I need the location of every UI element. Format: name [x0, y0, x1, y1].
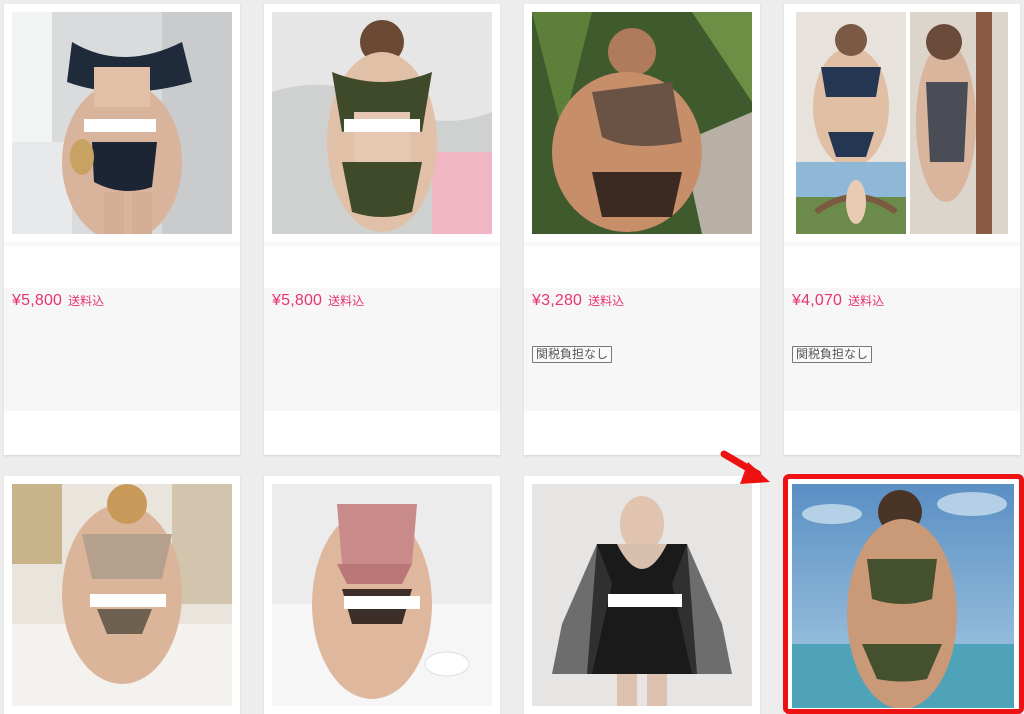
highlight-box — [783, 474, 1024, 714]
duty-free-badge: 関税負担なし — [532, 346, 613, 363]
duty-free-badge: 関税負担なし — [792, 346, 873, 363]
price-line: ¥5,800 送料込 — [272, 292, 364, 310]
price: ¥5,800 — [12, 292, 63, 309]
censor-bar — [344, 119, 420, 132]
card-footer — [784, 411, 1020, 455]
product-card-2[interactable]: ¥5,800 送料込 — [264, 4, 500, 455]
shipping-label: 送料込 — [588, 294, 625, 308]
product-image[interactable] — [796, 12, 1008, 234]
product-card-5[interactable] — [4, 476, 240, 714]
price: ¥5,800 — [272, 292, 323, 309]
product-title-redacted — [264, 246, 500, 288]
product-image[interactable] — [12, 12, 232, 234]
product-grid-page: { "products": [ {"price": "¥5,800", "shi… — [0, 0, 1024, 714]
shipping-label: 送料込 — [68, 294, 105, 308]
product-info: ¥5,800 送料込 — [264, 242, 500, 455]
shipping-label: 送料込 — [328, 294, 365, 308]
product-image[interactable] — [272, 484, 492, 706]
product-title-redacted — [784, 246, 1020, 288]
product-title-redacted — [524, 246, 760, 288]
product-title-redacted — [4, 246, 240, 288]
price-line: ¥4,070 送料込 — [792, 292, 884, 310]
arrow-icon — [720, 450, 770, 484]
product-info: ¥4,070 送料込 関税負担なし — [784, 242, 1020, 455]
product-card-4[interactable]: ¥4,070 送料込 関税負担なし — [784, 4, 1020, 455]
price-line: ¥5,800 送料込 — [12, 292, 104, 310]
censor-bar — [344, 596, 420, 609]
card-footer — [4, 411, 240, 455]
censor-bar — [90, 594, 166, 607]
card-footer — [264, 411, 500, 455]
shipping-label: 送料込 — [848, 294, 885, 308]
price: ¥4,070 — [792, 292, 843, 309]
product-card-3[interactable]: ¥3,280 送料込 関税負担なし — [524, 4, 760, 455]
product-image[interactable] — [272, 12, 492, 234]
price: ¥3,280 — [532, 292, 583, 309]
product-info: ¥5,800 送料込 — [4, 242, 240, 455]
product-image[interactable] — [532, 484, 752, 706]
product-info: ¥3,280 送料込 関税負担なし — [524, 242, 760, 455]
censor-bar — [84, 119, 156, 132]
product-card-1[interactable]: ¥5,800 送料込 — [4, 4, 240, 455]
product-card-7[interactable] — [524, 476, 760, 714]
price-line: ¥3,280 送料込 — [532, 292, 624, 310]
product-image[interactable] — [532, 12, 752, 234]
censor-bar — [608, 594, 682, 607]
product-card-6[interactable] — [264, 476, 500, 714]
product-image[interactable] — [12, 484, 232, 706]
